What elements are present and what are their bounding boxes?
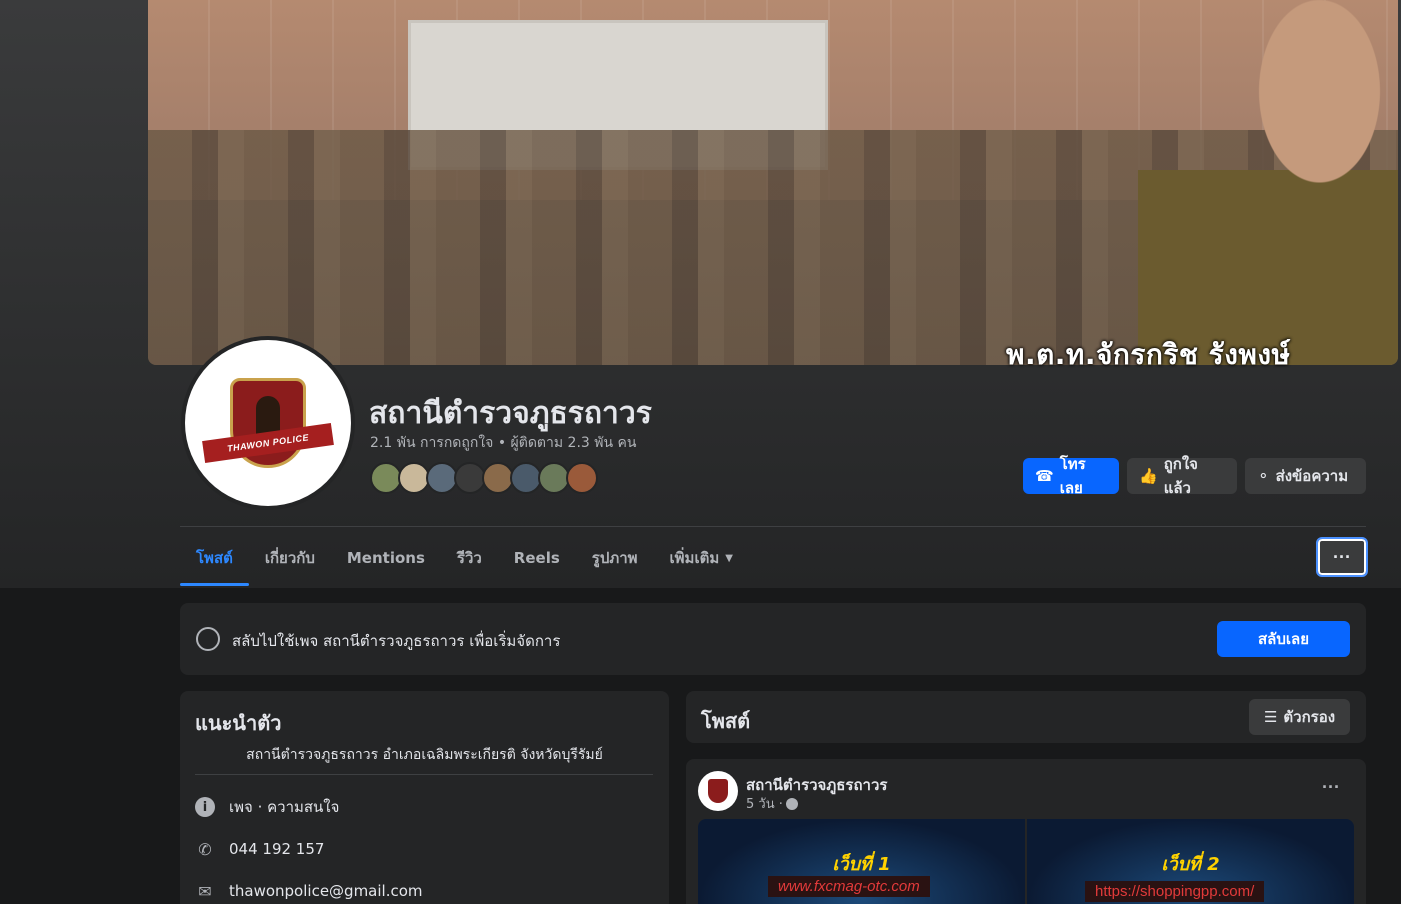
posts-title: โพสต์ <box>701 709 751 733</box>
intro-title: แนะนำตัว <box>195 711 282 735</box>
page-stats[interactable]: 2.1 พัน การกดถูกใจ • ผู้ติดตาม 2.3 พัน ค… <box>370 432 636 454</box>
info-icon: i <box>195 797 215 817</box>
post-meta: 5 วัน · <box>746 793 798 814</box>
post-image[interactable]: เว็บที่ 2 https://shoppingpp.com/ <box>1027 819 1354 904</box>
intro-category: เพจ · ความสนใจ <box>229 798 340 816</box>
user-switch-icon <box>196 627 220 651</box>
phone-icon: ☎ <box>1035 467 1054 485</box>
tab-about[interactable]: เกี่ยวกับ <box>249 532 331 584</box>
like-button[interactable]: 👍 ถูกใจแล้ว <box>1127 455 1237 497</box>
more-options-button[interactable]: ··· <box>1316 537 1368 577</box>
switch-page-banner: สลับไปใช้เพจ สถานีตำรวจภูธรถาวร เพื่อเริ… <box>180 603 1366 675</box>
like-button-label: ถูกใจแล้ว <box>1163 455 1198 497</box>
police-logo: THAWON POLICE <box>185 340 351 506</box>
phone-icon: ✆ <box>198 839 212 859</box>
tab-label: เกี่ยวกับ <box>264 549 315 567</box>
post-image-url: https://shoppingpp.com/ <box>1085 881 1265 902</box>
page-title: สถานีตำรวจภูธรถาวร <box>369 396 652 431</box>
switch-page-text: สลับไปใช้เพจ สถานีตำรวจภูธรถาวร เพื่อเริ… <box>232 632 561 650</box>
friend-avatar[interactable] <box>566 462 598 494</box>
message-button[interactable]: ⚬ ส่งข้อความ <box>1245 458 1366 494</box>
intro-phone[interactable]: 044 192 157 <box>229 840 324 858</box>
post-image-url: www.fxcmag-otc.com <box>768 876 930 897</box>
messenger-icon: ⚬ <box>1257 467 1270 485</box>
cover-officer-portrait <box>1138 0 1398 365</box>
cover-caption: พ.ต.ท.จักรกริช รังพงษ์ <box>1006 338 1291 371</box>
tab-posts[interactable]: โพสต์ <box>180 532 249 586</box>
page-tabs: โพสต์ เกี่ยวกับ Mentions รีวิว Reels รูป… <box>180 532 749 588</box>
message-button-label: ส่งข้อความ <box>1275 467 1349 485</box>
tab-photos[interactable]: รูปภาพ <box>576 532 654 584</box>
post-image-heading: เว็บที่ 2 <box>1161 854 1220 875</box>
profile-picture[interactable]: THAWON POLICE <box>181 336 355 510</box>
caret-down-icon: ▼ <box>725 552 733 564</box>
header-divider <box>180 526 1366 527</box>
filter-button[interactable]: ☰ ตัวกรอง <box>1249 699 1350 735</box>
filter-label: ตัวกรอง <box>1283 708 1336 726</box>
sliders-icon: ☰ <box>1263 708 1278 726</box>
post-time[interactable]: 5 วัน · <box>746 793 783 814</box>
intro-divider <box>195 774 653 775</box>
friend-avatars[interactable] <box>370 462 598 494</box>
switch-now-button[interactable]: สลับเลย <box>1217 621 1350 657</box>
globe-icon <box>785 797 798 810</box>
tab-label: รีวิว <box>456 549 482 567</box>
posts-header: โพสต์ ☰ ตัวกรอง <box>686 691 1366 743</box>
intro-phone-row: ✆ 044 192 157 <box>195 837 324 861</box>
intro-card: แนะนำตัว สถานีตำรวจภูธรถาวร อำเภอเฉลิมพร… <box>180 691 669 904</box>
post-image[interactable]: เว็บที่ 1 www.fxcmag-otc.com <box>698 819 1025 904</box>
tab-label: Reels <box>513 549 560 567</box>
cover-photo[interactable] <box>148 0 1398 365</box>
tab-label: เพิ่มเติม <box>669 549 720 567</box>
call-button[interactable]: ☎ โทรเลย <box>1023 455 1119 497</box>
intro-email-row: ✉ thawonpolice@gmail.com <box>195 879 423 903</box>
intro-category-row: i เพจ · ความสนใจ <box>195 795 339 819</box>
tab-label: Mentions <box>346 549 425 567</box>
tab-label: โพสต์ <box>196 549 233 567</box>
post-images[interactable]: เว็บที่ 1 www.fxcmag-otc.com เว็บที่ 2 h… <box>698 819 1354 904</box>
intro-bio: สถานีตำรวจภูธรถาวร อำเภอเฉลิมพระเกียรติ … <box>246 747 603 763</box>
post-more-button[interactable]: ··· <box>1322 777 1340 798</box>
intro-email[interactable]: thawonpolice@gmail.com <box>229 882 423 900</box>
envelope-icon: ✉ <box>198 881 212 901</box>
tab-more[interactable]: เพิ่มเติม ▼ <box>654 532 749 584</box>
post-image-heading: เว็บที่ 1 <box>832 854 891 875</box>
tab-label: รูปภาพ <box>591 549 638 567</box>
post-author-avatar[interactable] <box>698 771 738 811</box>
tab-reviews[interactable]: รีวิว <box>441 532 498 584</box>
thumbs-up-icon: 👍 <box>1139 467 1158 485</box>
call-button-label: โทรเลย <box>1059 455 1086 497</box>
post-card: สถานีตำรวจภูธรถาวร 5 วัน · ··· เว็บที่ 1… <box>686 759 1366 904</box>
tab-mentions[interactable]: Mentions <box>331 532 441 584</box>
tab-reels[interactable]: Reels <box>498 532 576 584</box>
